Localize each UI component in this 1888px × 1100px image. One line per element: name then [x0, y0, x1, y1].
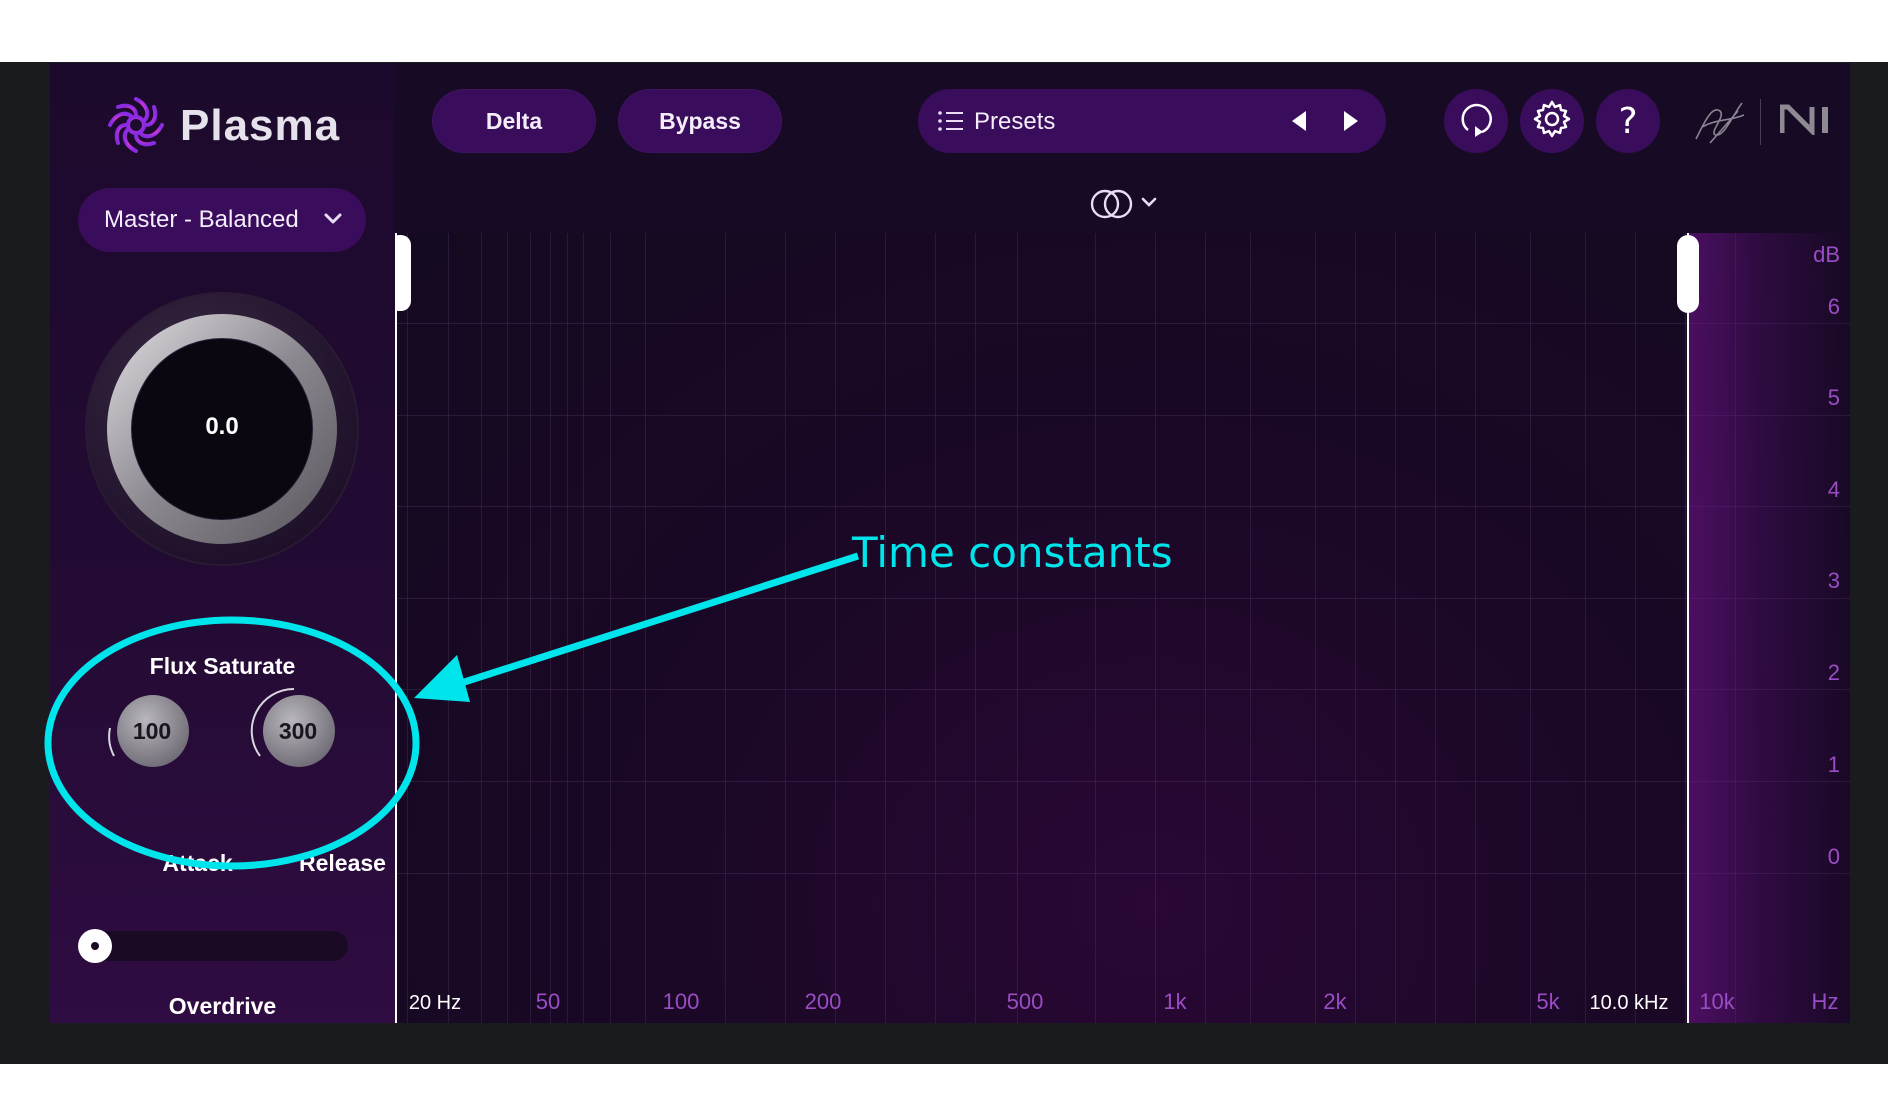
flux-saturate-value: 0.0 — [205, 413, 239, 440]
list-icon — [938, 111, 964, 136]
presets-label: Presets — [974, 108, 1056, 135]
flux-saturate-knob[interactable]: 0.0 — [84, 291, 360, 567]
overdrive-slider-handle[interactable] — [78, 929, 112, 963]
settings-button[interactable] — [1520, 89, 1584, 153]
y-tick: 2 — [1827, 660, 1840, 685]
chevron-down-icon — [1140, 194, 1158, 215]
y-tick: 5 — [1827, 385, 1840, 410]
attack-knob[interactable]: 100 — [100, 678, 198, 776]
divider — [1760, 99, 1761, 145]
annotation-label: Time constants — [852, 528, 1173, 577]
x-tick: 100 — [662, 989, 700, 1014]
high-band-handle[interactable] — [1677, 235, 1699, 313]
x-tick-unit: Hz — [1811, 989, 1839, 1014]
x-tick: 200 — [804, 989, 842, 1014]
app-title: Plasma — [180, 101, 341, 150]
y-tick: 4 — [1827, 477, 1840, 502]
plasma-logo-icon — [106, 95, 166, 155]
y-tick: 0 — [1827, 844, 1840, 869]
undo-icon — [1456, 99, 1496, 144]
x-tick: 50 — [535, 989, 561, 1014]
preset-dropdown-label: Master - Balanced — [104, 206, 299, 233]
signature-icon — [1690, 93, 1750, 154]
delta-button[interactable]: Delta — [432, 89, 596, 153]
help-button[interactable]: ? — [1596, 89, 1660, 153]
attack-value: 100 — [132, 718, 172, 744]
high-band-region — [1687, 233, 1850, 1023]
y-tick: 6 — [1827, 294, 1840, 319]
arrow-right-icon[interactable] — [1340, 109, 1362, 138]
bypass-button[interactable]: Bypass — [618, 89, 782, 153]
x-tick: 10k — [1699, 989, 1735, 1014]
spectrum-graph[interactable]: dB 6 5 4 3 2 1 0 20 Hz 50 100 200 500 1k… — [395, 233, 1850, 1023]
stereo-mode-selector[interactable] — [1090, 186, 1164, 222]
y-tick: dB — [1813, 242, 1840, 267]
gear-icon — [1531, 98, 1573, 145]
stereo-icon — [1090, 188, 1134, 225]
band-frequency-readout: 10.0 kHz — [1589, 992, 1669, 1014]
graph-grid — [395, 233, 1850, 1023]
flux-saturate-label: Flux Saturate — [149, 653, 296, 679]
x-tick: 5k — [1536, 989, 1560, 1014]
x-tick: 2k — [1323, 989, 1347, 1014]
chevron-down-icon — [322, 208, 344, 235]
low-band-boundary — [395, 233, 397, 1023]
help-icon: ? — [1618, 100, 1638, 142]
y-tick: 1 — [1827, 752, 1840, 777]
release-knob[interactable]: 300 — [246, 678, 344, 776]
presets-bar[interactable]: Presets — [918, 89, 1386, 153]
overdrive-label: Overdrive — [168, 993, 277, 1019]
low-band-handle[interactable] — [395, 235, 411, 311]
release-value: 300 — [278, 718, 318, 744]
x-tick-start: 20 Hz — [408, 992, 462, 1014]
undo-button[interactable] — [1444, 89, 1508, 153]
ni-logo-icon — [1779, 103, 1834, 140]
arrow-left-icon[interactable] — [1288, 109, 1310, 138]
x-tick: 1k — [1163, 989, 1187, 1014]
y-tick: 3 — [1827, 568, 1840, 593]
high-band-boundary — [1687, 233, 1689, 1023]
overdrive-slider[interactable] — [78, 929, 348, 963]
x-tick: 500 — [1006, 989, 1044, 1014]
attack-label: Attack — [162, 850, 233, 876]
release-label: Release — [299, 850, 386, 876]
sidebar: Plasma Master - Balanced 0.0 Flux Satura… — [50, 63, 395, 1023]
preset-dropdown[interactable]: Master - Balanced — [78, 188, 366, 252]
